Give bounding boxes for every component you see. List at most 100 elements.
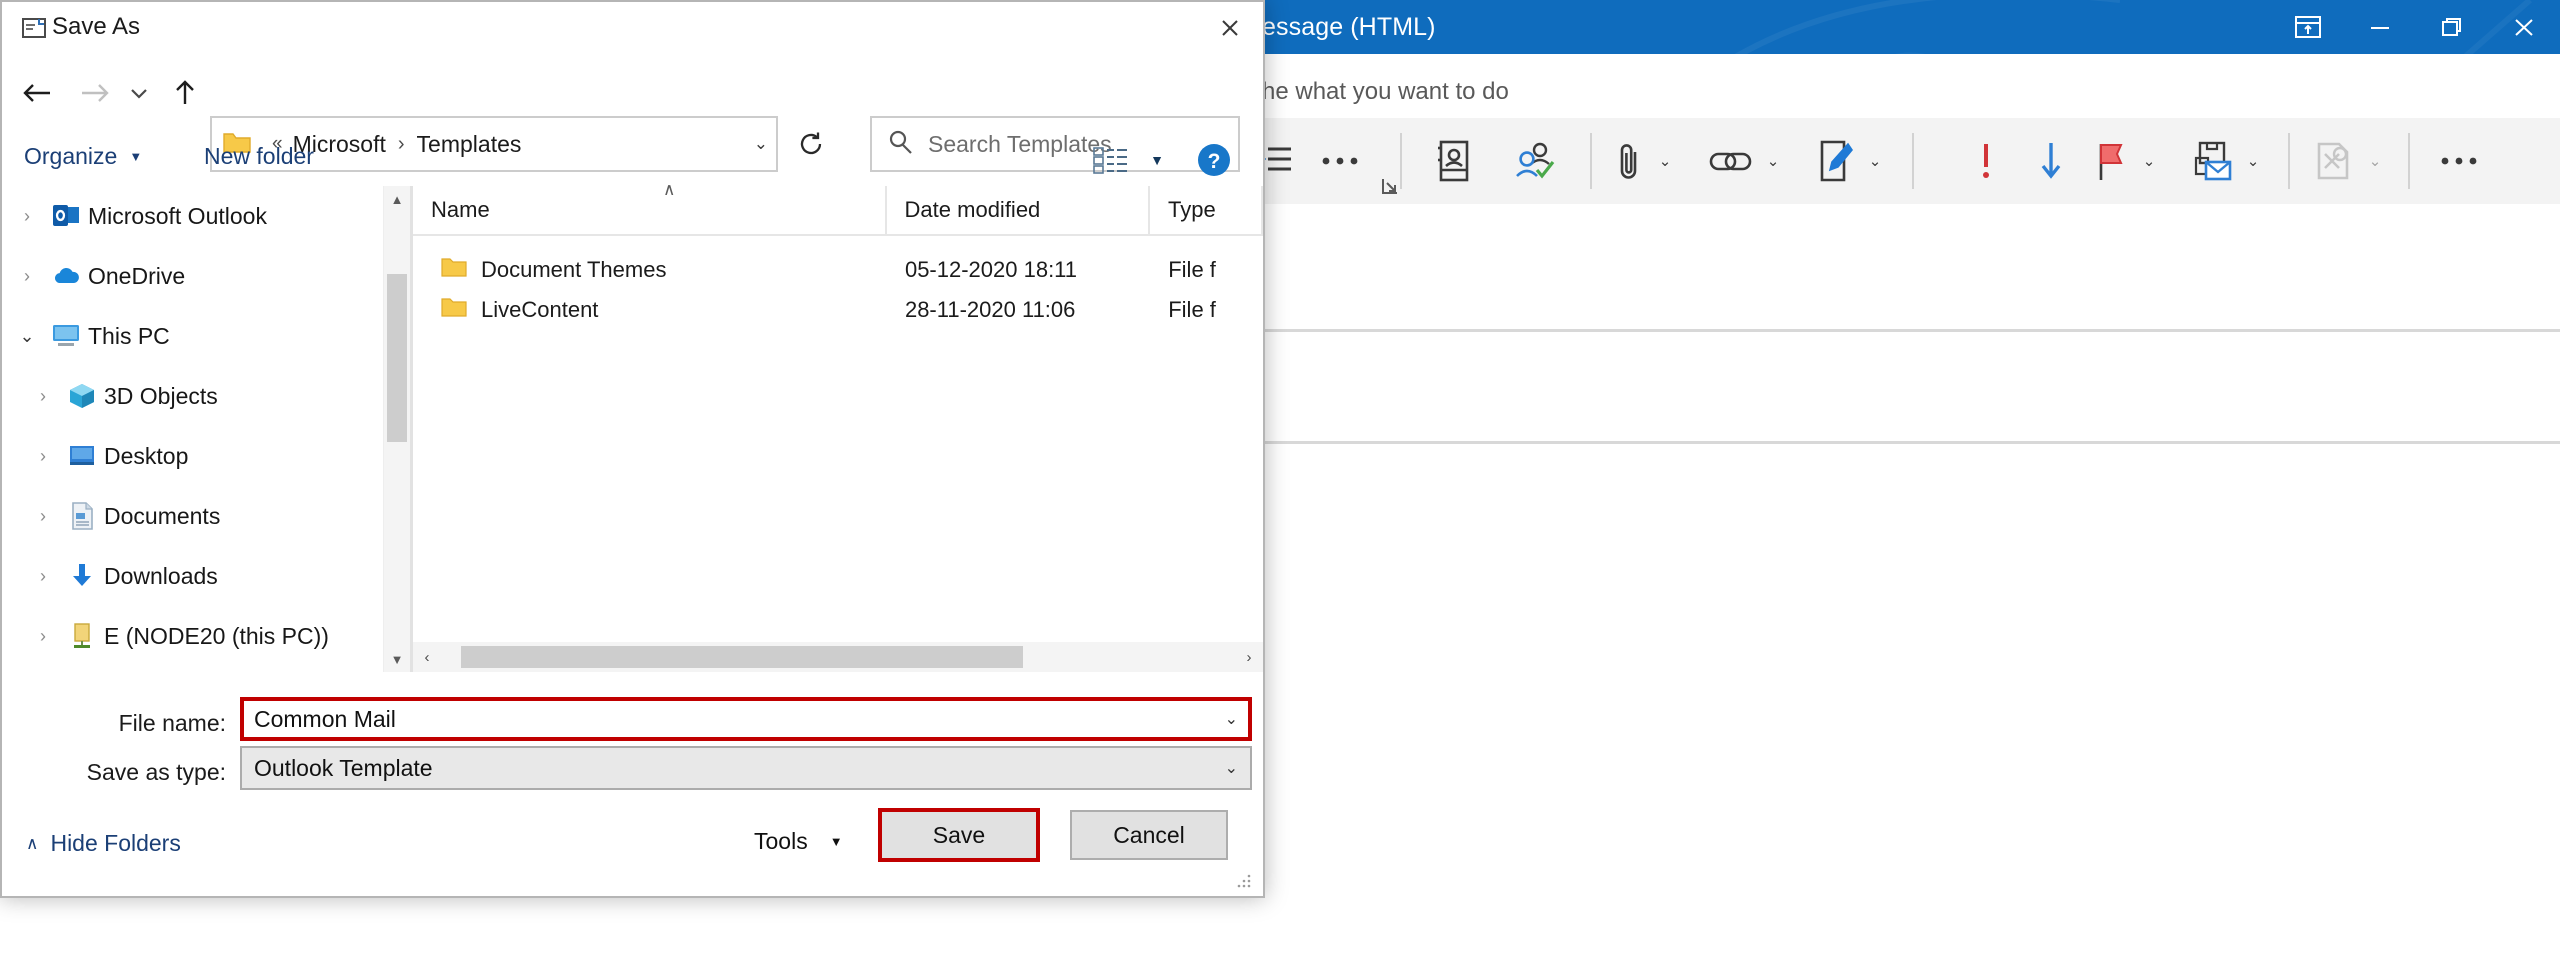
- sidebar-item-onedrive[interactable]: › OneDrive: [2, 246, 410, 306]
- chevron-down-icon[interactable]: ⌄: [1654, 118, 1676, 204]
- file-name-label: LiveContent: [481, 297, 599, 322]
- chevron-down-icon[interactable]: ⌄: [1225, 748, 1238, 788]
- table-row[interactable]: Document Themes 05-12-2020 18:11 File f: [413, 250, 1263, 290]
- save-as-type-select[interactable]: Outlook Template ⌄: [240, 746, 1252, 790]
- this-pc-icon: [44, 323, 88, 349]
- recent-locations-chevron-icon[interactable]: [122, 66, 156, 120]
- sidebar-item-3d-objects[interactable]: › 3D Objects: [2, 366, 410, 426]
- tell-me-search[interactable]: he what you want to do: [1240, 68, 2560, 116]
- restore-icon[interactable]: [2416, 0, 2488, 54]
- chevron-right-icon[interactable]: ›: [1235, 642, 1263, 672]
- signature-icon[interactable]: [1808, 118, 1864, 204]
- documents-icon: [60, 502, 104, 530]
- chevron-down-icon[interactable]: ⌄: [1864, 118, 1886, 204]
- scroll-up-icon[interactable]: ▲: [384, 186, 410, 212]
- column-header-date-modified[interactable]: Date modified: [887, 186, 1151, 234]
- high-importance-icon[interactable]: [1954, 118, 2018, 204]
- ribbon-display-options-icon[interactable]: [2272, 0, 2344, 54]
- titlebar-decoration: [1734, 0, 2120, 54]
- command-bar: Organize ▼ New folder ▼ ?: [2, 132, 1263, 188]
- navpane-scrollbar[interactable]: ▲ ▼: [383, 186, 410, 672]
- close-icon[interactable]: [2488, 0, 2560, 54]
- save-button[interactable]: Save: [878, 808, 1040, 862]
- column-header-type[interactable]: Type: [1150, 186, 1263, 234]
- chevron-down-icon[interactable]: ⌄: [1225, 699, 1238, 739]
- chevron-down-icon: ▼: [829, 834, 843, 849]
- organize-label: Organize: [24, 143, 118, 169]
- sidebar-item-documents[interactable]: › Documents: [2, 486, 410, 546]
- chevron-down-icon[interactable]: ⌄: [2138, 118, 2160, 204]
- link-icon[interactable]: [1700, 118, 1762, 204]
- more-ellipsis-icon[interactable]: [1304, 118, 1376, 204]
- outlook-icon: [44, 203, 88, 229]
- chevron-right-icon[interactable]: ›: [26, 446, 60, 467]
- more-ellipsis-icon[interactable]: [2422, 118, 2496, 204]
- attach-file-icon[interactable]: [1604, 118, 1654, 204]
- sidebar-item-desktop[interactable]: › Desktop: [2, 426, 410, 486]
- up-arrow-icon[interactable]: [162, 66, 208, 120]
- scrollbar-thumb[interactable]: [387, 274, 407, 442]
- sidebar-item-microsoft-outlook[interactable]: › Microsoft Outlook: [2, 186, 410, 246]
- view-options-chevron-down-icon[interactable]: ▼: [1140, 140, 1174, 180]
- cancel-button[interactable]: Cancel: [1070, 810, 1228, 860]
- chevron-right-icon[interactable]: ›: [26, 566, 60, 587]
- sidebar-item-e-node20[interactable]: › E (NODE20 (this PC)): [2, 606, 410, 666]
- scrollbar-thumb[interactable]: [461, 646, 1023, 668]
- chevron-right-icon[interactable]: ›: [26, 386, 60, 407]
- address-book-icon[interactable]: [1414, 118, 1492, 204]
- file-type-cell: File f: [1168, 257, 1216, 282]
- column-header-name[interactable]: ∧ Name: [413, 180, 887, 234]
- tell-me-placeholder: he what you want to do: [1262, 78, 1509, 105]
- sidebar-item-downloads[interactable]: › Downloads: [2, 546, 410, 606]
- file-name-input[interactable]: Common Mail ⌄: [240, 697, 1252, 741]
- chevron-right-icon[interactable]: ›: [10, 266, 44, 287]
- save-as-type-label: Save as type:: [86, 759, 226, 785]
- minimize-icon[interactable]: [2344, 0, 2416, 54]
- chevron-right-icon[interactable]: ›: [26, 506, 60, 527]
- scroll-down-icon[interactable]: ▼: [384, 646, 410, 672]
- navigation-pane: › Microsoft Outlook › OneDrive ⌄ This PC…: [2, 186, 410, 672]
- view-layout-icon[interactable]: [1087, 140, 1135, 180]
- file-list-horizontal-scrollbar[interactable]: ‹ ›: [413, 642, 1263, 672]
- sort-ascending-icon: ∧: [663, 180, 676, 199]
- new-folder-button[interactable]: New folder: [204, 143, 314, 170]
- back-arrow-icon[interactable]: [14, 66, 60, 120]
- chevron-down-icon[interactable]: ⌄: [1762, 118, 1784, 204]
- file-date-cell: 28-11-2020 11:06: [904, 297, 1076, 322]
- outlook-ribbon: ⌄ ⌄ ⌄ ⌄ ⌄ ⌄: [1240, 118, 2560, 224]
- titlebar-decoration-circle: [1895, 52, 1925, 54]
- sidebar-item-label: This PC: [88, 322, 170, 349]
- help-question-icon[interactable]: ?: [1192, 138, 1236, 182]
- window-controls: [2272, 0, 2560, 54]
- low-importance-icon[interactable]: [2018, 118, 2084, 204]
- follow-up-flag-icon[interactable]: [2084, 118, 2138, 204]
- dialog-box-launcher-icon[interactable]: [1380, 176, 1400, 201]
- resize-grip-icon[interactable]: [1235, 870, 1253, 888]
- organize-button[interactable]: Organize ▼: [24, 143, 142, 170]
- table-row[interactable]: LiveContent 28-11-2020 11:06 File f: [413, 290, 1263, 330]
- tools-label: Tools: [754, 828, 808, 854]
- sidebar-item-this-pc[interactable]: ⌄ This PC: [2, 306, 410, 366]
- permission-icon[interactable]: [2302, 118, 2364, 204]
- save-template-icon[interactable]: [2182, 118, 2242, 204]
- chevron-right-icon[interactable]: ›: [10, 206, 44, 227]
- hide-folders-button[interactable]: ∧ Hide Folders: [26, 830, 181, 857]
- close-icon[interactable]: [1197, 2, 1263, 54]
- save-as-dialog: Save As « Microsoft › Templates ⌄ Search…: [0, 0, 1265, 898]
- file-type-cell: File f: [1168, 297, 1216, 322]
- dialog-body: › Microsoft Outlook › OneDrive ⌄ This PC…: [2, 180, 1263, 672]
- tools-button[interactable]: Tools ▼: [754, 828, 843, 855]
- chevron-down-icon[interactable]: ⌄: [10, 326, 44, 347]
- chevron-left-icon[interactable]: ‹: [413, 642, 441, 672]
- sidebar-item-label: 3D Objects: [104, 382, 218, 409]
- check-names-icon[interactable]: [1492, 118, 1578, 204]
- scrollbar-track[interactable]: [441, 642, 1235, 672]
- navigation-bar: « Microsoft › Templates ⌄ Search Templat…: [2, 54, 1263, 172]
- file-name-value: Common Mail: [254, 705, 396, 732]
- chevron-down-icon[interactable]: ⌄: [2242, 118, 2264, 204]
- ribbon-divider: [1590, 133, 1592, 189]
- sidebar-item-label: Desktop: [104, 442, 189, 469]
- onedrive-icon: [44, 265, 88, 287]
- sidebar-item-music[interactable]: › Music: [2, 666, 410, 672]
- chevron-right-icon[interactable]: ›: [26, 626, 60, 647]
